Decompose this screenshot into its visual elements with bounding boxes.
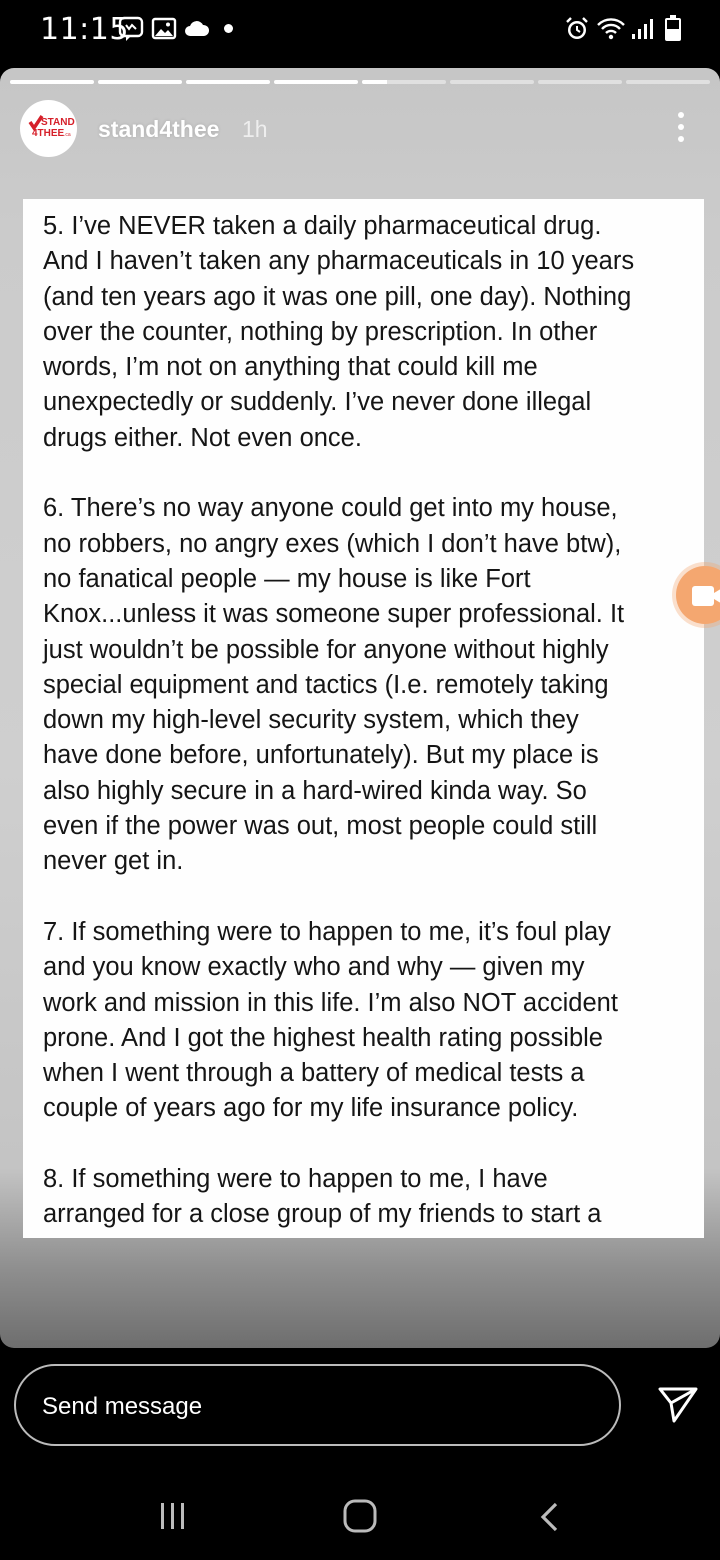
post-text-line: also highly secure in a hard-wired kinda… [43, 776, 587, 805]
post-text-line: unexpectedly or suddenly. I’ve never don… [43, 388, 592, 417]
progress-segment [538, 80, 622, 84]
notification-dot-icon [224, 24, 233, 33]
post-text-line: have done before, unfortunately). But my… [43, 741, 599, 770]
post-text-line: never get in. [43, 847, 184, 876]
send-message-placeholder: Send message [42, 1393, 203, 1420]
progress-segment [10, 80, 94, 84]
post-text: 5. I’ve NEVER taken a daily pharmaceutic… [43, 209, 693, 1233]
post-text-line: 5. I’ve NEVER taken a daily pharmaceutic… [43, 212, 602, 240]
post-text-line: Knox...unless it was someone super profe… [43, 600, 625, 629]
status-time: 11:15 [40, 12, 129, 47]
post-text-line: and you know exactly who and why — given… [43, 953, 585, 982]
post-text-line: (and ten years ago it was one pill, one … [43, 282, 632, 311]
story-viewer[interactable]: STAND 4THEE .ca stand4thee 1h 5. I’ve NE… [0, 68, 720, 1348]
video-camera-icon [692, 586, 720, 606]
post-text-line: no fanatical people — my house is like F… [43, 564, 531, 593]
svg-text:4THEE: 4THEE [32, 128, 65, 139]
story-header: STAND 4THEE .ca stand4thee 1h [20, 100, 700, 160]
post-text-line: just wouldn’t be possible for anyone wit… [43, 635, 609, 664]
more-options-icon[interactable] [676, 112, 686, 146]
svg-text:STAND: STAND [41, 117, 75, 128]
post-text-line: 7. If something were to happen to me, it… [43, 917, 611, 946]
post-text-line: work and mission in this life. I’m also … [43, 988, 618, 1017]
svg-text:.ca: .ca [64, 132, 71, 138]
post-text-line: arranged for a close group of my friends… [43, 1200, 602, 1229]
post-text-line: And I haven’t taken any pharmaceuticals … [43, 247, 635, 276]
cloud-icon [185, 21, 210, 36]
post-text-line: special equipment and tactics (I.e. remo… [43, 670, 609, 699]
send-icon[interactable] [656, 1383, 700, 1427]
post-text-line: no robbers, no angry exes (which I don’t… [43, 529, 622, 558]
gallery-icon [151, 17, 177, 40]
home-icon[interactable] [342, 1498, 378, 1534]
system-nav-bar [0, 1470, 720, 1560]
signal-icon [632, 19, 653, 39]
status-bar: 11:15 [0, 0, 720, 60]
wifi-icon [597, 18, 625, 40]
stand4thee-logo: STAND 4THEE .ca [20, 100, 77, 157]
avatar[interactable]: STAND 4THEE .ca [20, 100, 77, 157]
post-text-line: 6. There’s no way anyone could get into … [43, 494, 618, 523]
progress-segment [274, 80, 358, 84]
back-icon[interactable] [538, 1501, 560, 1533]
progress-segment [450, 80, 534, 84]
post-text-line: down my high-level security system, whic… [43, 706, 579, 735]
post-text-line: drugs either. Not even once. [43, 423, 362, 452]
progress-segment [186, 80, 270, 84]
story-progress-bar [10, 80, 710, 84]
progress-segment [98, 80, 182, 84]
progress-segment [626, 80, 710, 84]
recent-apps-icon[interactable] [158, 1501, 188, 1531]
alarm-icon [566, 17, 588, 39]
post-text-line: words, I’m not on anything that could ki… [43, 353, 538, 382]
post-time: 1h [242, 116, 268, 142]
battery-icon [665, 15, 681, 41]
send-message-input[interactable]: Send message [14, 1364, 621, 1446]
post-text-line: over the counter, nothing by prescriptio… [43, 317, 598, 346]
story-post-image: 5. I’ve NEVER taken a daily pharmaceutic… [23, 199, 704, 1238]
username[interactable]: stand4thee [98, 116, 219, 143]
post-text-line: couple of years ago for my life insuranc… [43, 1094, 579, 1123]
post-text-line: even if the power was out, most people c… [43, 812, 598, 841]
post-text-line: prone. And I got the highest health rati… [43, 1023, 603, 1052]
post-text-line: when I went through a battery of medical… [43, 1059, 585, 1088]
messenger-icon [118, 16, 144, 41]
progress-segment [362, 80, 446, 84]
post-text-line: 8. If something were to happen to me, I … [43, 1165, 548, 1194]
